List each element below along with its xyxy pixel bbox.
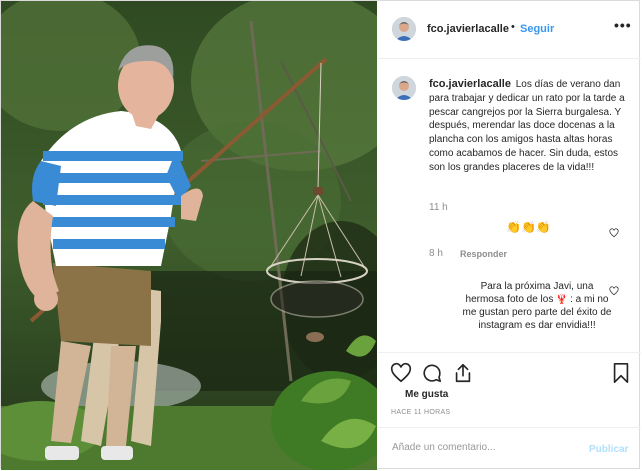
lobster-emoji: 🦞: [556, 294, 568, 304]
caption-avatar[interactable]: [392, 76, 416, 100]
comment-timestamp[interactable]: 8 h: [429, 248, 443, 259]
photo-man-fishing-crayfish: [1, 1, 377, 470]
likes-label[interactable]: Me gusta: [405, 389, 448, 400]
post-username[interactable]: fco.javierlacalle: [427, 23, 509, 35]
reply-button[interactable]: Responder: [460, 249, 507, 259]
post-header: fco.javierlacalle • Seguir •••: [378, 1, 641, 59]
ellipsis-icon[interactable]: •••: [614, 17, 632, 33]
add-comment-bar: Publicar: [378, 427, 641, 471]
caption-timestamp[interactable]: 11 h: [429, 202, 448, 213]
comment-input[interactable]: [392, 442, 572, 453]
comment-like-heart-icon[interactable]: [609, 286, 619, 296]
comment-text: Para la próxima Javi, una hermosa foto d…: [462, 280, 612, 332]
separator-dot: •: [511, 21, 515, 33]
comment-icon[interactable]: [421, 362, 443, 384]
post-photo[interactable]: [1, 1, 377, 470]
avatar[interactable]: [392, 17, 416, 41]
post-time-ago[interactable]: HACE 11 HORAS: [391, 409, 450, 416]
comment-text: 👏👏👏: [506, 220, 551, 234]
post-side-panel: fco.javierlacalle • Seguir ••• fco.javie…: [378, 1, 641, 470]
publish-button[interactable]: Publicar: [589, 444, 628, 455]
caption-text: Los días de verano dan para trabajar y d…: [429, 79, 625, 173]
caption-username[interactable]: fco.javierlacalle: [429, 78, 511, 90]
comment-like-heart-icon[interactable]: [609, 228, 619, 238]
avatar-image: [392, 76, 416, 100]
bookmark-icon[interactable]: [611, 362, 631, 384]
post-caption: fco.javierlacalle Los días de verano dan…: [429, 78, 629, 175]
share-icon[interactable]: [452, 362, 474, 384]
avatar-image: [392, 17, 416, 41]
follow-button[interactable]: Seguir: [520, 23, 554, 35]
comments-section: fco.javierlacalle Los días de verano dan…: [378, 58, 641, 352]
heart-outline-icon[interactable]: [390, 362, 412, 384]
instagram-post: fco.javierlacalle • Seguir ••• fco.javie…: [0, 0, 641, 470]
